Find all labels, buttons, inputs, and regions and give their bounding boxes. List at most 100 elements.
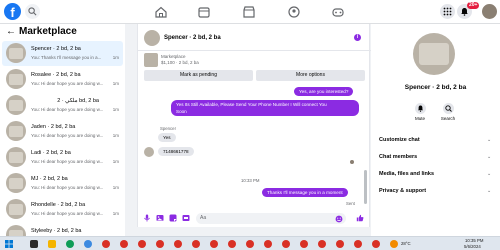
conversation-name: Ladi · 2 bd, 2 ba <box>31 150 71 156</box>
sticker-icon[interactable] <box>169 214 177 222</box>
chrome-icon[interactable] <box>228 240 236 248</box>
microphone-icon[interactable] <box>143 214 151 222</box>
sent-status: Sent <box>346 201 355 206</box>
home-tab[interactable] <box>154 5 168 19</box>
message-line: Soon <box>176 109 187 114</box>
gaming-tab[interactable] <box>331 5 345 19</box>
browser-icon[interactable] <box>66 240 74 248</box>
details-title: Spencer · 2 bd, 2 ba <box>404 84 467 91</box>
menu-grid-icon <box>443 7 452 16</box>
customize-chat-section[interactable]: Customize chat <box>379 137 420 143</box>
gaming-icon <box>332 8 344 17</box>
conversation-item[interactable]: MJ · 2 bd, 2 ba You: Hi dear hope you ar… <box>2 171 123 196</box>
conversation-preview: You: Hi dear hope you are doing w... <box>31 81 104 86</box>
chat-title[interactable]: Spencer · 2 bd, 2 ba <box>164 35 221 41</box>
conversation-item[interactable]: Jaden · 2 bd, 2 ba You: Hi dear hope you… <box>2 119 123 144</box>
chat-scrollbar[interactable] <box>364 170 367 204</box>
search-in-conversation-button[interactable]: Search <box>433 103 463 121</box>
chrome-icon[interactable] <box>336 240 344 248</box>
listing-thumbnail <box>144 53 158 67</box>
chrome-icon[interactable] <box>372 240 380 248</box>
chrome-icon[interactable] <box>174 240 182 248</box>
listing-thumbnail <box>6 121 26 141</box>
marketplace-tab[interactable] <box>242 5 256 19</box>
mute-label: Mute <box>414 116 425 121</box>
chrome-icon[interactable] <box>210 240 218 248</box>
conversation-item[interactable]: Rhondelle · 2 bd, 2 ba You: Hi dear hope… <box>2 197 123 222</box>
thumbs-up-icon[interactable] <box>356 214 364 222</box>
weather-icon[interactable] <box>390 240 398 248</box>
conversation-item[interactable]: Ladi · 2 bd, 2 ba You: Hi dear hope you … <box>2 145 123 170</box>
conversation-preview: You: Hi dear hope you are doing w... <box>31 159 104 164</box>
groups-icon <box>288 6 300 18</box>
conversation-item[interactable]: Spencer · 2 bd, 2 ba You: Thanks I'll me… <box>2 41 123 66</box>
chrome-icon[interactable] <box>282 240 290 248</box>
taskbar-clock[interactable]: 10:35 PM <box>465 238 483 243</box>
browser-icon[interactable] <box>84 240 92 248</box>
sender-avatar <box>144 147 154 157</box>
mark-as-pending-button[interactable]: Mark as pending <box>144 70 253 81</box>
conversation-preview: You: Hi dear hope you are doing w... <box>31 185 104 190</box>
task-view-icon[interactable] <box>30 240 38 248</box>
listing-thumbnail <box>6 69 26 89</box>
home-icon <box>155 6 167 18</box>
chrome-icon[interactable] <box>192 240 200 248</box>
taskbar-date[interactable]: 5/6/2024 <box>464 244 481 249</box>
gif-icon[interactable] <box>182 214 190 222</box>
windows-start-icon[interactable] <box>5 240 13 248</box>
info-icon[interactable]: i <box>354 34 361 41</box>
groups-tab[interactable] <box>287 5 301 19</box>
conversation-preview: You: Hi dear hope you are doing w... <box>31 211 104 216</box>
conversation-time: 1m <box>112 55 119 60</box>
listing-summary[interactable]: Marketplace $1,100 · 2 bd, 2 ba <box>144 53 365 68</box>
incoming-message: Yes <box>158 133 176 142</box>
chrome-icon[interactable] <box>264 240 272 248</box>
search-button[interactable] <box>25 4 40 19</box>
listing-thumbnail <box>6 173 26 193</box>
message-composer: Aa <box>138 210 371 227</box>
outgoing-message: Yes, are you interested? <box>294 87 354 96</box>
chrome-icon[interactable] <box>354 240 362 248</box>
chrome-icon[interactable] <box>120 240 128 248</box>
file-explorer-icon[interactable] <box>48 240 56 248</box>
message-timestamp: 10:33 PM <box>241 178 260 183</box>
chrome-icon[interactable] <box>138 240 146 248</box>
chat-members-section[interactable]: Chat members <box>379 154 417 160</box>
conversation-time: 1m <box>112 185 119 190</box>
chevron-down-icon: ⌄ <box>487 154 492 160</box>
chevron-down-icon: ⌄ <box>487 171 492 177</box>
chrome-icon[interactable] <box>102 240 110 248</box>
back-arrow-icon[interactable]: ← <box>6 26 16 37</box>
more-options-button[interactable]: More options <box>256 70 365 81</box>
image-icon[interactable] <box>156 214 164 222</box>
conversation-details-panel: Spencer · 2 bd, 2 ba Mute Search Customi… <box>371 24 500 236</box>
menu-button[interactable] <box>440 4 455 19</box>
chrome-icon[interactable] <box>318 240 326 248</box>
watch-tab[interactable] <box>197 5 211 19</box>
outgoing-message: Yes Its Still Available, Please Send You… <box>171 100 359 116</box>
media-files-links-section[interactable]: Media, files and links <box>379 171 434 177</box>
conversation-time: 1m <box>112 159 119 164</box>
seen-indicator <box>350 160 354 164</box>
outgoing-message: Thanks I'll message you in a moment <box>262 188 348 197</box>
listing-thumbnail <box>6 225 26 236</box>
listing-price: $1,100 · 2 bd, 2 ba <box>161 60 199 65</box>
chrome-icon[interactable] <box>246 240 254 248</box>
chrome-icon[interactable] <box>300 240 308 248</box>
message-input[interactable]: Aa <box>196 213 346 224</box>
emoji-icon[interactable] <box>335 215 343 223</box>
conversation-preview: You: Hi dear hope you are doing w... <box>31 107 104 112</box>
chat-avatar[interactable] <box>144 30 160 46</box>
conversation-time: 1m <box>112 211 119 216</box>
conversation-item[interactable]: Styleeby · 2 bd, 2 ba <box>2 223 123 236</box>
listing-thumbnail <box>6 147 26 167</box>
facebook-logo[interactable]: f <box>4 3 21 20</box>
conversation-name: Rosalee · 2 bd, 2 ba <box>31 72 81 78</box>
conversation-item[interactable]: Rosalee · 2 bd, 2 ba You: Hi dear hope y… <box>2 67 123 92</box>
top-navigation-bar: f 20+ <box>0 0 500 24</box>
privacy-support-section[interactable]: Privacy & support <box>379 188 426 194</box>
mute-button[interactable]: Mute <box>405 103 435 121</box>
chrome-icon[interactable] <box>156 240 164 248</box>
account-avatar[interactable] <box>482 4 497 19</box>
conversation-item[interactable]: ملكي · 2 bd, 2 ba You: Hi dear hope you … <box>2 93 123 118</box>
